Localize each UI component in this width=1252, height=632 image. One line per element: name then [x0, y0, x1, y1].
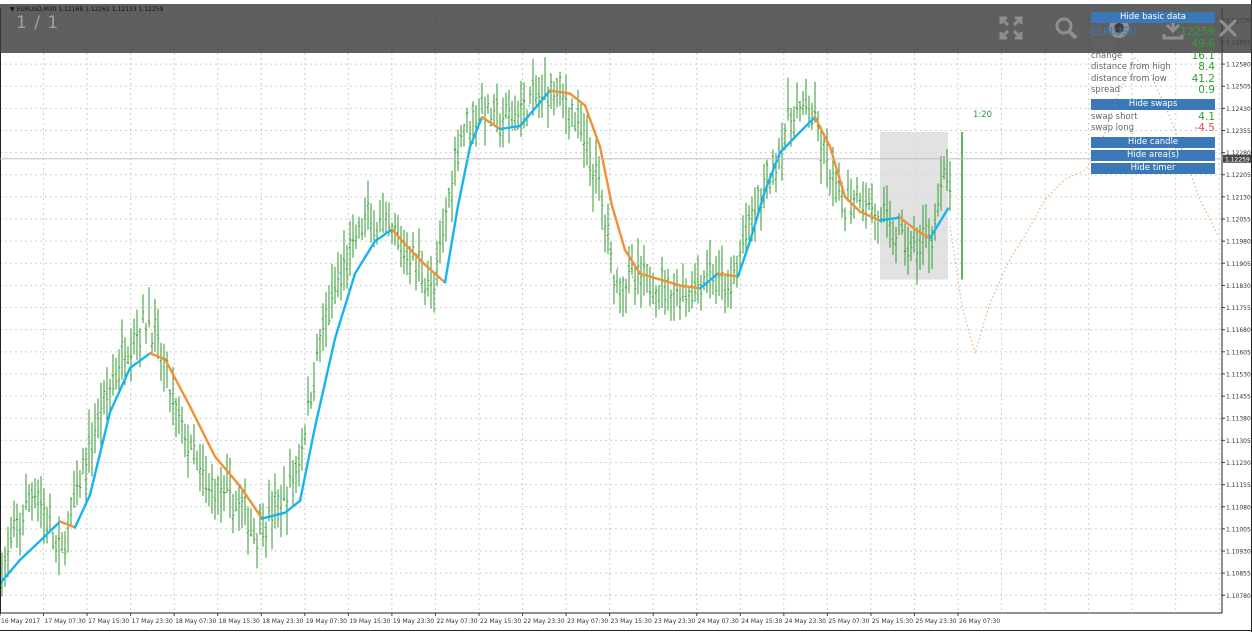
y-tick-label: 1.11305: [1226, 438, 1251, 445]
hide-basic-data-button[interactable]: Hide basic data: [1091, 12, 1215, 23]
y-tick-label: 1.12580: [1226, 62, 1251, 69]
x-tick-label: 23 May 23:30: [654, 618, 695, 625]
hide-timer-button[interactable]: Hide timer: [1091, 162, 1215, 174]
dropdown-triangle-icon: ▼: [10, 6, 15, 13]
x-tick-label: 25 May 07:30: [828, 618, 869, 625]
y-tick-label: 1.11680: [1226, 327, 1251, 334]
info-panel: Hide basic data EURUSD 12259 range 49.6 c…: [1089, 10, 1217, 176]
panel-symbol: EURUSD: [1091, 25, 1138, 38]
x-tick-label: 18 May 07:30: [175, 618, 216, 625]
plot-area: [0, 8, 1222, 613]
zoom-icon[interactable]: [1053, 15, 1079, 41]
y-tick-label: 1.12055: [1226, 217, 1251, 224]
y-tick-label: 1.11455: [1226, 394, 1251, 401]
x-tick-label: 24 May 07:30: [698, 618, 739, 625]
y-tick-label: 1.11605: [1226, 349, 1251, 356]
x-tick-label: 18 May 15:30: [219, 618, 260, 625]
x-tick-label: 17 May 23:30: [132, 618, 173, 625]
y-tick-label: 1.12130: [1226, 194, 1251, 201]
y-tick-label: 1.10780: [1226, 593, 1251, 600]
swap-list: swap short 4.1 swap long -4.5: [1089, 111, 1217, 135]
distance-from-high-row: distance from high 8.4: [1089, 61, 1217, 74]
y-tick-label: 1.10855: [1226, 571, 1251, 578]
swap-short-label: swap short: [1091, 111, 1138, 122]
chart-grid: [0, 8, 1222, 613]
y-tick-label: 1.10930: [1226, 549, 1251, 556]
x-tick-label: 25 May 15:30: [872, 618, 913, 625]
candle-timer: 1:20: [973, 110, 992, 120]
y-tick-label: 1.12205: [1226, 172, 1251, 179]
fullscreen-icon[interactable]: [998, 15, 1024, 41]
chart-app: { "symbol_info": "EURUSD,M30 1.12168 1.1…: [0, 0, 1252, 632]
basic-data-list: range 49.6 change 16.1 distance from high 8…: [1089, 38, 1217, 97]
x-tick-label: 26 May 07:30: [959, 618, 1000, 625]
swap-long-label: swap long: [1091, 123, 1135, 133]
image-viewer-toolbar: 1 / 1: [0, 4, 1252, 53]
x-tick-label: 17 May 15:30: [88, 618, 129, 625]
x-tick-label: 22 May 15:30: [480, 618, 521, 625]
swap-long-row: swap long -4.5: [1089, 122, 1217, 135]
x-tick-label: 22 May 07:30: [436, 618, 477, 625]
price-chart[interactable]: 1.127301.126551.125801.125051.124301.123…: [0, 0, 1252, 632]
symbol-info: ▼ EURUSD,M30 1.12168 1.12262 1.12133 1.12…: [10, 6, 163, 13]
panel-price: 12259: [1180, 25, 1215, 38]
hide-areas-button[interactable]: Hide area(s): [1091, 149, 1215, 161]
y-tick-label: 1.11380: [1226, 416, 1251, 423]
y-tick-label: 1.12355: [1226, 128, 1251, 135]
x-tick-label: 23 May 07:30: [567, 618, 608, 625]
symbol-row: EURUSD 12259: [1089, 25, 1217, 39]
x-tick-label: 22 May 23:30: [524, 618, 565, 625]
symbol-info-text: EURUSD,M30 1.12168 1.12262 1.12133 1.122…: [16, 6, 164, 13]
y-tick-label: 1.12505: [1226, 84, 1251, 91]
x-tick-label: 19 May 15:30: [349, 618, 390, 625]
y-tick-label: 1.11530: [1226, 371, 1251, 378]
y-tick-label: 1.11905: [1226, 261, 1251, 268]
distance-from-low-label: distance from low: [1091, 73, 1167, 84]
distance-from-high-label: distance from high: [1091, 62, 1171, 72]
y-tick-label: 1.11155: [1226, 482, 1251, 489]
y-tick-label: 1.11230: [1226, 460, 1251, 467]
x-tick-label: 25 May 23:30: [915, 618, 956, 625]
x-tick-label: 24 May 15:30: [741, 618, 782, 625]
range-label: range: [1091, 39, 1116, 49]
spread-value: 0.9: [1198, 84, 1215, 96]
y-tick-label: 1.11080: [1226, 504, 1251, 511]
range-value: 49.6: [1191, 38, 1215, 50]
y-tick-label: 1.12430: [1226, 106, 1251, 113]
y-tick-label: 1.11755: [1226, 305, 1251, 312]
range-row: range 49.6: [1089, 38, 1217, 51]
x-tick-label: 24 May 23:30: [785, 618, 826, 625]
hide-swaps-button[interactable]: Hide swaps: [1091, 98, 1215, 110]
x-tick-label: 19 May 07:30: [306, 618, 347, 625]
swap-long-value: -4.5: [1194, 122, 1216, 134]
page-counter: 1 / 1: [16, 13, 60, 33]
spread-row: spread 0.9: [1089, 84, 1217, 97]
y-tick-label: 1.11980: [1226, 239, 1251, 246]
distance-from-high-value: 8.4: [1198, 61, 1215, 73]
spread-label: spread: [1091, 85, 1120, 95]
x-tick-label: 17 May 07:30: [45, 618, 86, 625]
x-tick-label: 23 May 15:30: [611, 618, 652, 625]
current-price-label: 1.12259: [1225, 156, 1250, 163]
y-tick-label: 1.11005: [1226, 526, 1251, 533]
x-tick-label: 16 May 2017: [1, 618, 40, 625]
change-label: change: [1091, 50, 1123, 61]
hide-candle-button[interactable]: Hide candle: [1091, 136, 1215, 148]
x-tick-label: 18 May 23:30: [262, 618, 303, 625]
y-tick-label: 1.11830: [1226, 283, 1251, 290]
close-icon[interactable]: [1215, 15, 1241, 41]
x-tick-label: 19 May 23:30: [393, 618, 434, 625]
y-axis: 1.127301.126551.125801.125051.124301.123…: [1221, 8, 1251, 613]
